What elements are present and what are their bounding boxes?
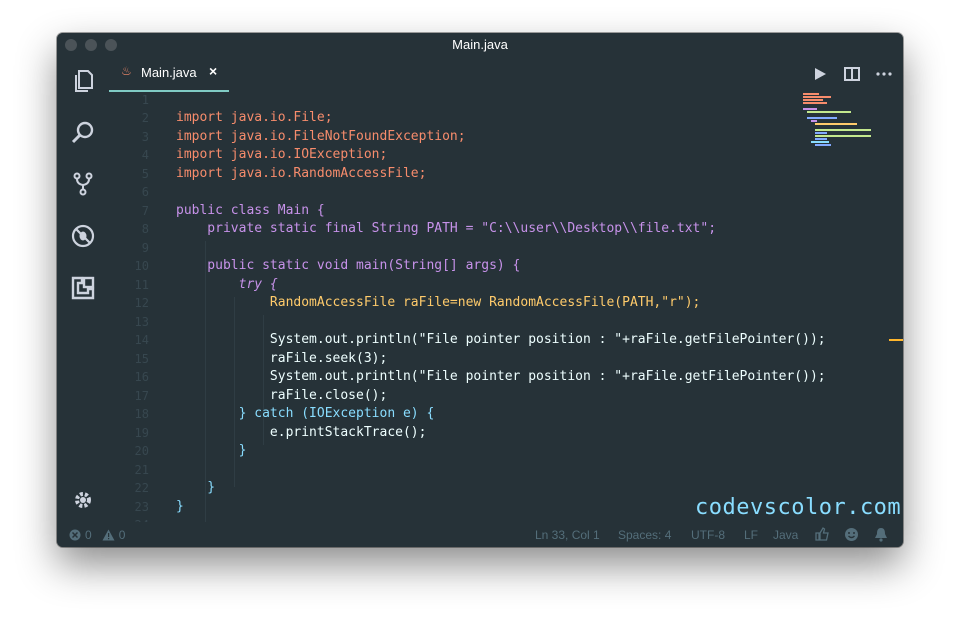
encoding-setting[interactable]: UTF-8 — [691, 528, 725, 542]
close-window-button[interactable] — [65, 39, 77, 51]
line-number: 1 — [141, 93, 149, 107]
code-text[interactable]: RandomAccessFile raFile=new RandomAccess… — [176, 294, 700, 312]
split-editor-icon[interactable] — [843, 65, 861, 83]
tab-bar: ♨ Main.java × — [109, 56, 903, 92]
line-number: 23 — [134, 500, 149, 514]
editor-actions — [811, 63, 893, 85]
eol-setting[interactable]: LF — [744, 528, 758, 542]
code-text[interactable]: System.out.println("File pointer positio… — [176, 368, 826, 386]
minimap[interactable] — [799, 91, 889, 151]
debug-icon[interactable] — [69, 222, 97, 250]
files-icon[interactable] — [69, 67, 97, 95]
code-text[interactable]: } catch (IOException e) { — [176, 405, 435, 423]
line-number: 6 — [141, 185, 149, 199]
line-number: 14 — [134, 333, 149, 347]
status-bar: 0 0 Ln 33, Col 1 Spaces: 4 UTF-8 LF Java — [57, 522, 903, 547]
extensions-icon[interactable] — [69, 274, 97, 302]
line-number: 21 — [134, 463, 149, 477]
line-number: 10 — [134, 259, 149, 273]
activity-bar — [57, 56, 109, 522]
line-number: 5 — [141, 167, 149, 181]
code-text[interactable]: import java.io.RandomAccessFile; — [176, 165, 426, 183]
source-control-icon[interactable] — [69, 170, 97, 198]
line-number: 22 — [134, 481, 149, 495]
line-number: 2 — [141, 111, 149, 125]
indentation-setting[interactable]: Spaces: 4 — [618, 528, 671, 542]
title-bar: Main.java — [57, 33, 903, 56]
line-number: 11 — [134, 278, 149, 292]
code-text[interactable]: private static final String PATH = "C:\\… — [176, 220, 716, 238]
code-text[interactable]: } — [176, 498, 184, 516]
minimap-line — [815, 123, 857, 125]
code-text[interactable]: } — [176, 442, 247, 460]
overview-ruler-marker — [889, 339, 903, 341]
error-count: 0 — [85, 528, 92, 542]
notification-bell-icon[interactable] — [874, 527, 888, 545]
code-editor[interactable]: 1 2 import java.io.File; 3 import java.io.… — [109, 91, 844, 522]
watermark-text: codevscolor.com — [695, 495, 902, 520]
minimap-line — [811, 141, 829, 143]
zoom-window-button[interactable] — [105, 39, 117, 51]
settings-gear-icon[interactable] — [69, 486, 97, 514]
minimap-line — [807, 117, 837, 119]
line-number: 4 — [141, 148, 149, 162]
minimap-line — [807, 111, 851, 113]
code-text[interactable]: import java.io.FileNotFoundException; — [176, 128, 466, 146]
minimap-line — [815, 132, 827, 134]
line-number: 12 — [134, 296, 149, 310]
java-file-icon: ♨ — [121, 64, 132, 78]
problems-indicator[interactable]: 0 0 — [69, 528, 125, 542]
code-text[interactable]: import java.io.IOException; — [176, 146, 387, 164]
editor-window: Main.java ♨ Main.java × 1 2 import java.… — [57, 33, 903, 547]
code-text[interactable]: raFile.close(); — [176, 387, 387, 405]
code-text[interactable]: e.printStackTrace(); — [176, 424, 427, 442]
code-text[interactable]: public static void main(String[] args) { — [176, 257, 520, 275]
error-icon — [69, 529, 81, 541]
code-text[interactable]: } — [176, 479, 215, 497]
window-title: Main.java — [452, 37, 508, 52]
code-text[interactable]: raFile.seek(3); — [176, 350, 387, 368]
line-number: 8 — [141, 222, 149, 236]
feedback-icon[interactable] — [815, 527, 829, 544]
line-number: 16 — [134, 370, 149, 384]
minimap-line — [803, 96, 831, 98]
warning-icon — [102, 529, 115, 541]
line-number: 20 — [134, 444, 149, 458]
minimap-line — [815, 129, 871, 131]
minimap-line — [811, 120, 817, 122]
minimap-line — [803, 99, 823, 101]
minimize-window-button[interactable] — [85, 39, 97, 51]
warning-count: 0 — [118, 528, 126, 542]
line-number: 3 — [141, 130, 149, 144]
minimap-line — [815, 135, 871, 137]
minimap-line — [815, 138, 827, 140]
minimap-line — [803, 93, 819, 95]
code-text[interactable]: try { — [176, 276, 278, 294]
code-text[interactable]: public class Main { — [176, 202, 325, 220]
smiley-icon[interactable] — [844, 527, 859, 545]
language-mode[interactable]: Java — [773, 528, 798, 542]
search-icon[interactable] — [69, 119, 97, 147]
line-number: 17 — [134, 389, 149, 403]
code-text[interactable]: System.out.println("File pointer positio… — [176, 331, 826, 349]
code-text[interactable]: import java.io.File; — [176, 109, 333, 127]
line-number: 19 — [134, 426, 149, 440]
line-number: 15 — [134, 352, 149, 366]
minimap-line — [803, 102, 827, 104]
tab-label: Main.java — [141, 65, 197, 80]
tab-main-java[interactable]: ♨ Main.java × — [109, 56, 229, 92]
minimap-line — [815, 144, 831, 146]
line-number: 18 — [134, 407, 149, 421]
minimap-line — [803, 108, 817, 110]
more-actions-icon[interactable] — [875, 65, 893, 83]
line-number: 7 — [141, 204, 149, 218]
close-tab-icon[interactable]: × — [209, 63, 217, 79]
cursor-position[interactable]: Ln 33, Col 1 — [535, 528, 600, 542]
line-number: 9 — [141, 241, 149, 255]
run-icon[interactable] — [811, 65, 829, 83]
line-number: 13 — [134, 315, 149, 329]
